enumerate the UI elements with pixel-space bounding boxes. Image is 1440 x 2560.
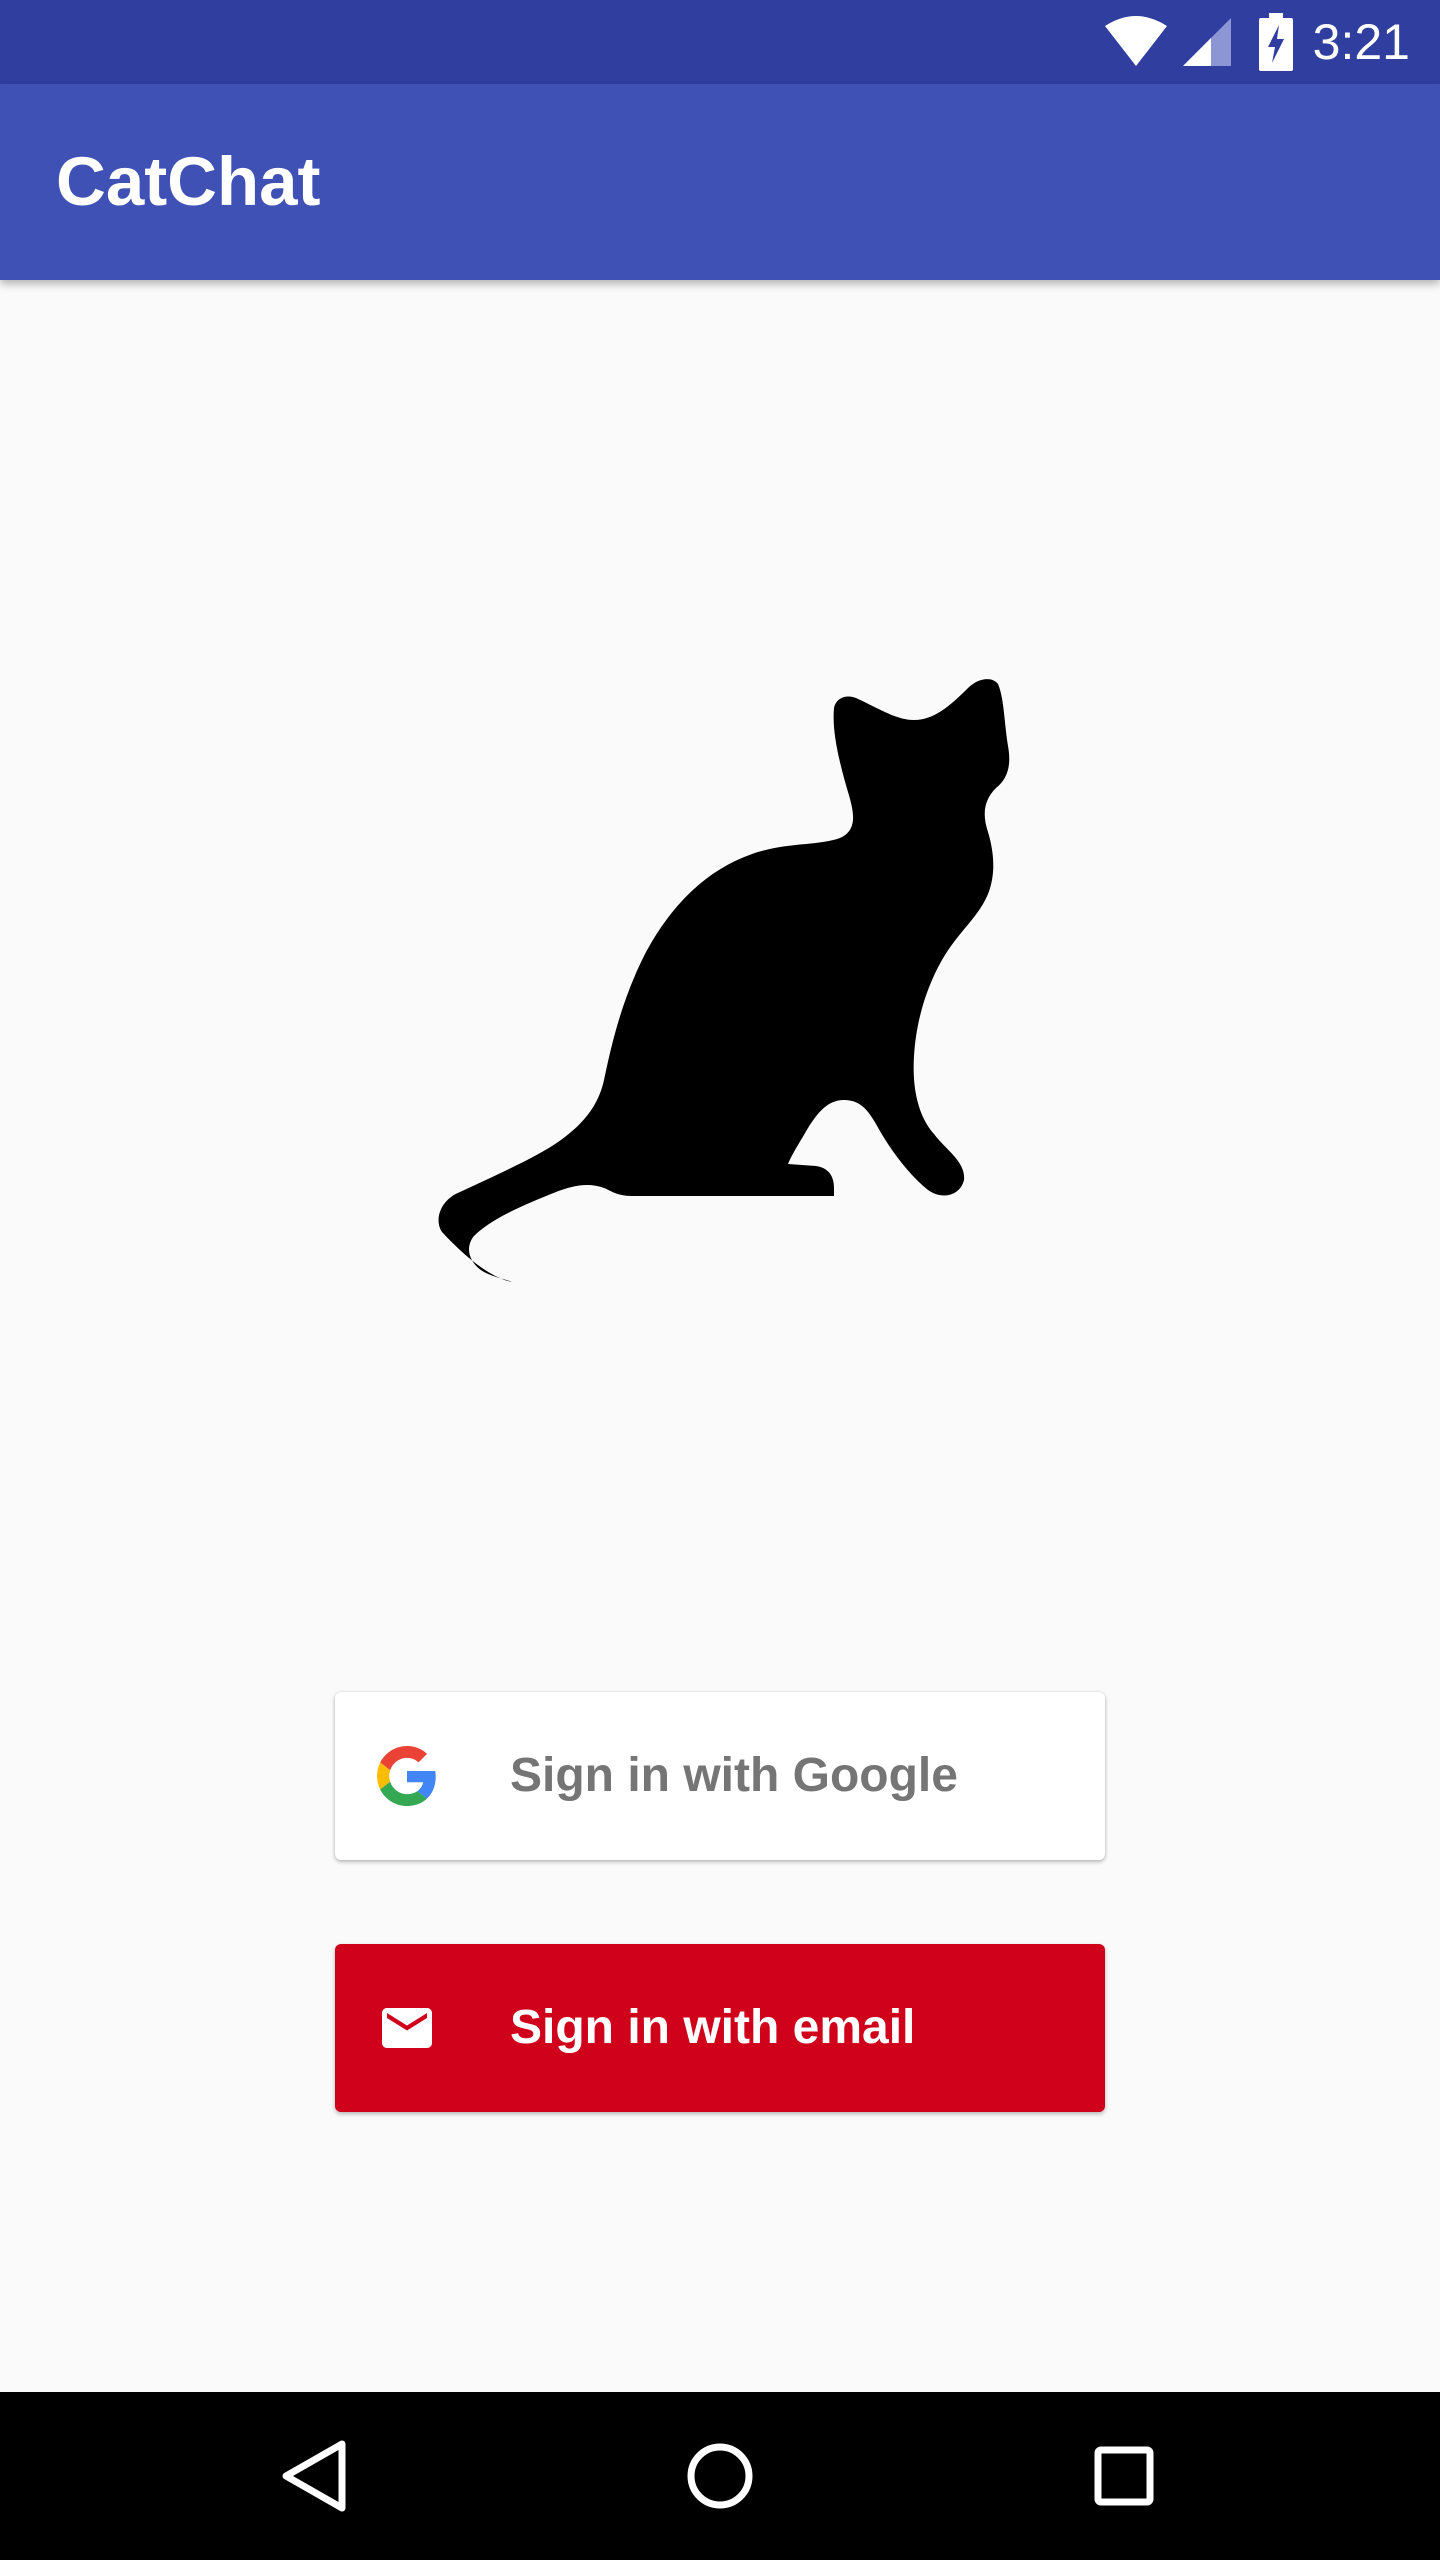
sign-in-google-label: Sign in with Google bbox=[510, 1749, 958, 1802]
sign-in-screen: 3:21 CatChat Sign in with Google Sign in… bbox=[0, 0, 1440, 2560]
wifi-icon bbox=[1103, 16, 1169, 68]
cat-silhouette-icon bbox=[420, 660, 1020, 1320]
mail-icon bbox=[377, 1998, 437, 2058]
back-icon[interactable] bbox=[266, 2426, 366, 2526]
status-bar: 3:21 bbox=[0, 0, 1440, 84]
cell-signal-icon bbox=[1181, 16, 1233, 68]
sign-in-google-button[interactable]: Sign in with Google bbox=[335, 1692, 1105, 1860]
navigation-bar bbox=[0, 2392, 1440, 2560]
status-time: 3:21 bbox=[1312, 14, 1410, 70]
recents-icon[interactable] bbox=[1074, 2426, 1174, 2526]
home-icon[interactable] bbox=[670, 2426, 770, 2526]
battery-charging-icon bbox=[1258, 13, 1293, 71]
app-bar: CatChat bbox=[0, 84, 1440, 280]
sign-in-email-label: Sign in with email bbox=[510, 2001, 916, 2054]
google-g-icon bbox=[377, 1746, 437, 1806]
status-icons: 3:21 bbox=[1103, 0, 1440, 84]
app-title: CatChat bbox=[56, 143, 321, 220]
sign-in-email-button[interactable]: Sign in with email bbox=[335, 1944, 1105, 2112]
